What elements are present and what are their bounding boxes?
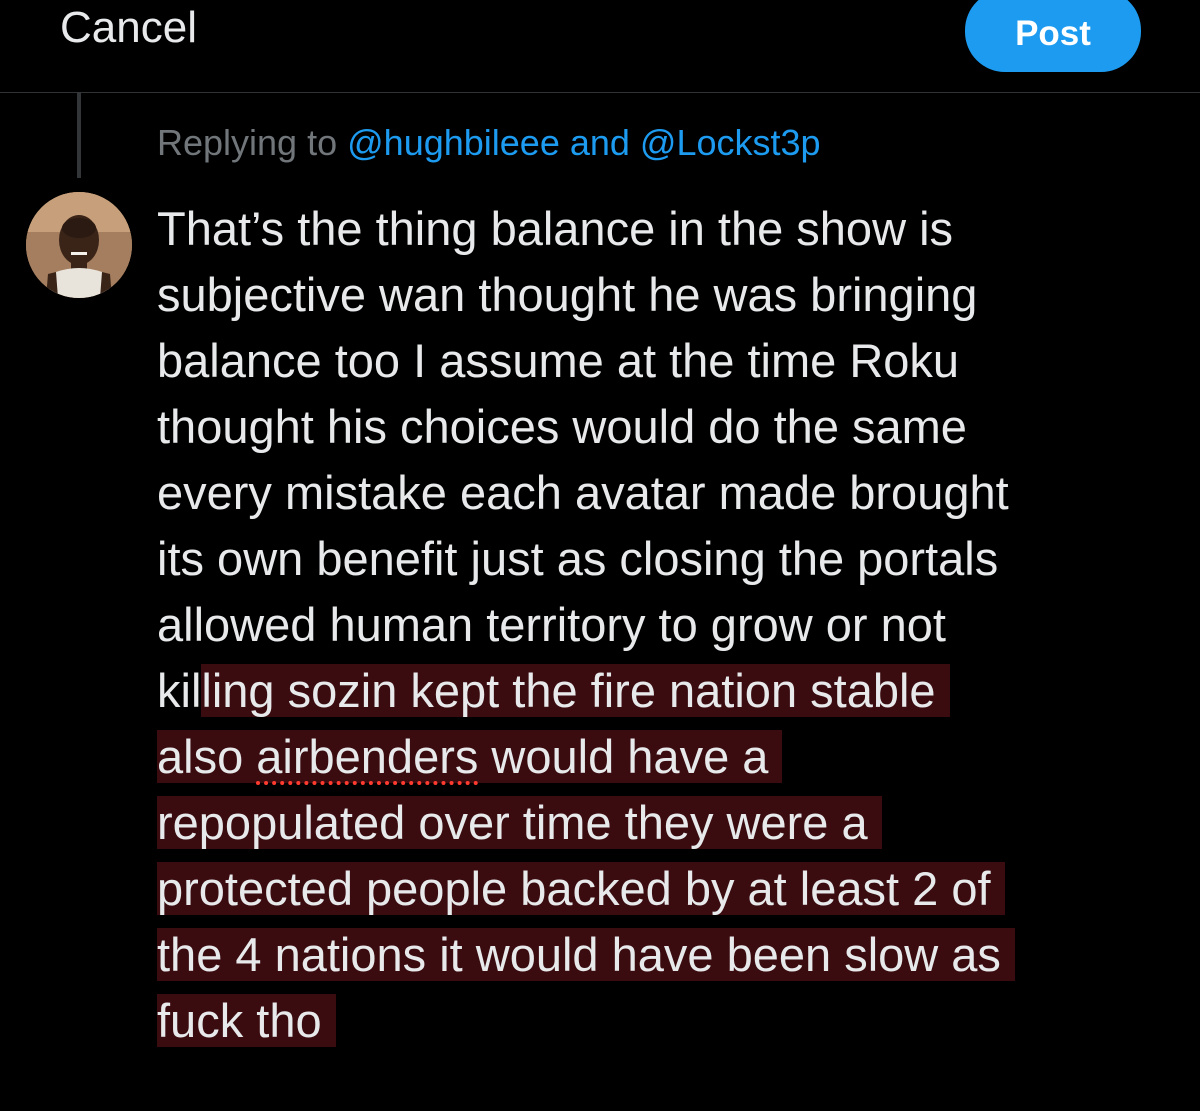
tweet-text-line: its own benefit just as closing the port… (157, 526, 1197, 592)
tweet-text-segment: thought his choices would do the same (157, 400, 967, 453)
tweet-text-segment: the 4 nations it would have been slow as (157, 928, 1001, 981)
spellcheck-flagged-word[interactable]: airbenders (256, 730, 478, 783)
tweet-text-segment: allowed human territory to grow or not (157, 598, 946, 651)
avatar[interactable] (26, 192, 132, 298)
tweet-text-line: also airbenders would have a (157, 724, 1197, 790)
thread-connector-line (77, 92, 81, 178)
tweet-text-line: every mistake each avatar made brought (157, 460, 1197, 526)
tweet-text-line: repopulated over time they were a (157, 790, 1197, 856)
tweet-text-segment: would have a (478, 730, 769, 783)
tweet-text-line: killing sozin kept the fire nation stabl… (157, 658, 1197, 724)
tweet-text-segment: subjective wan thought he was bringing (157, 268, 978, 321)
highlighted-text-segment: fuck tho (157, 994, 336, 1047)
tweet-text-line: thought his choices would do the same (157, 394, 1197, 460)
tweet-text-segment: That’s the thing balance in the show is (157, 202, 954, 255)
highlighted-text-segment: protected people backed by at least 2 of (157, 862, 1005, 915)
tweet-text-line: balance too I assume at the time Roku (157, 328, 1197, 394)
post-button[interactable]: Post (965, 0, 1141, 72)
avatar-photo-icon (26, 192, 132, 298)
tweet-text-line: the 4 nations it would have been slow as (157, 922, 1197, 988)
tweet-text-segment: kil (157, 664, 202, 717)
tweet-text-line: fuck tho (157, 988, 1197, 1054)
tweet-text-segment: ling sozin kept the fire nation stable (201, 664, 936, 717)
tweet-text-segment: protected people backed by at least 2 of (157, 862, 991, 915)
cancel-button[interactable]: Cancel (60, 2, 197, 54)
tweet-text-segment: also (157, 730, 257, 783)
tweet-text-line: subjective wan thought he was bringing (157, 262, 1197, 328)
tweet-text-line: That’s the thing balance in the show is (157, 196, 1197, 262)
reply-mentions-link[interactable]: @hughbileee and @Lockst3p (347, 122, 820, 163)
highlighted-text-segment: ling sozin kept the fire nation stable (201, 664, 950, 717)
tweet-text-line: protected people backed by at least 2 of (157, 856, 1197, 922)
replying-to-label: Replying to (157, 122, 338, 163)
tweet-text-segment: every mistake each avatar made brought (157, 466, 1009, 519)
tweet-text-segment: its own benefit just as closing the port… (157, 532, 999, 585)
highlighted-text-segment: also airbenders would have a (157, 730, 783, 783)
tweet-text-segment: fuck tho (157, 994, 322, 1047)
highlighted-text-segment: repopulated over time they were a (157, 796, 882, 849)
tweet-text-line: allowed human territory to grow or not (157, 592, 1197, 658)
replying-to-line: Replying to @hughbileee and @Lockst3p (157, 120, 821, 166)
tweet-text-segment: balance too I assume at the time Roku (157, 334, 960, 387)
tweet-text-segment: repopulated over time they were a (157, 796, 868, 849)
compose-header: Cancel Post (0, 0, 1200, 93)
tweet-body[interactable]: That’s the thing balance in the show is s… (157, 196, 1197, 1054)
highlighted-text-segment: the 4 nations it would have been slow as (157, 928, 1015, 981)
